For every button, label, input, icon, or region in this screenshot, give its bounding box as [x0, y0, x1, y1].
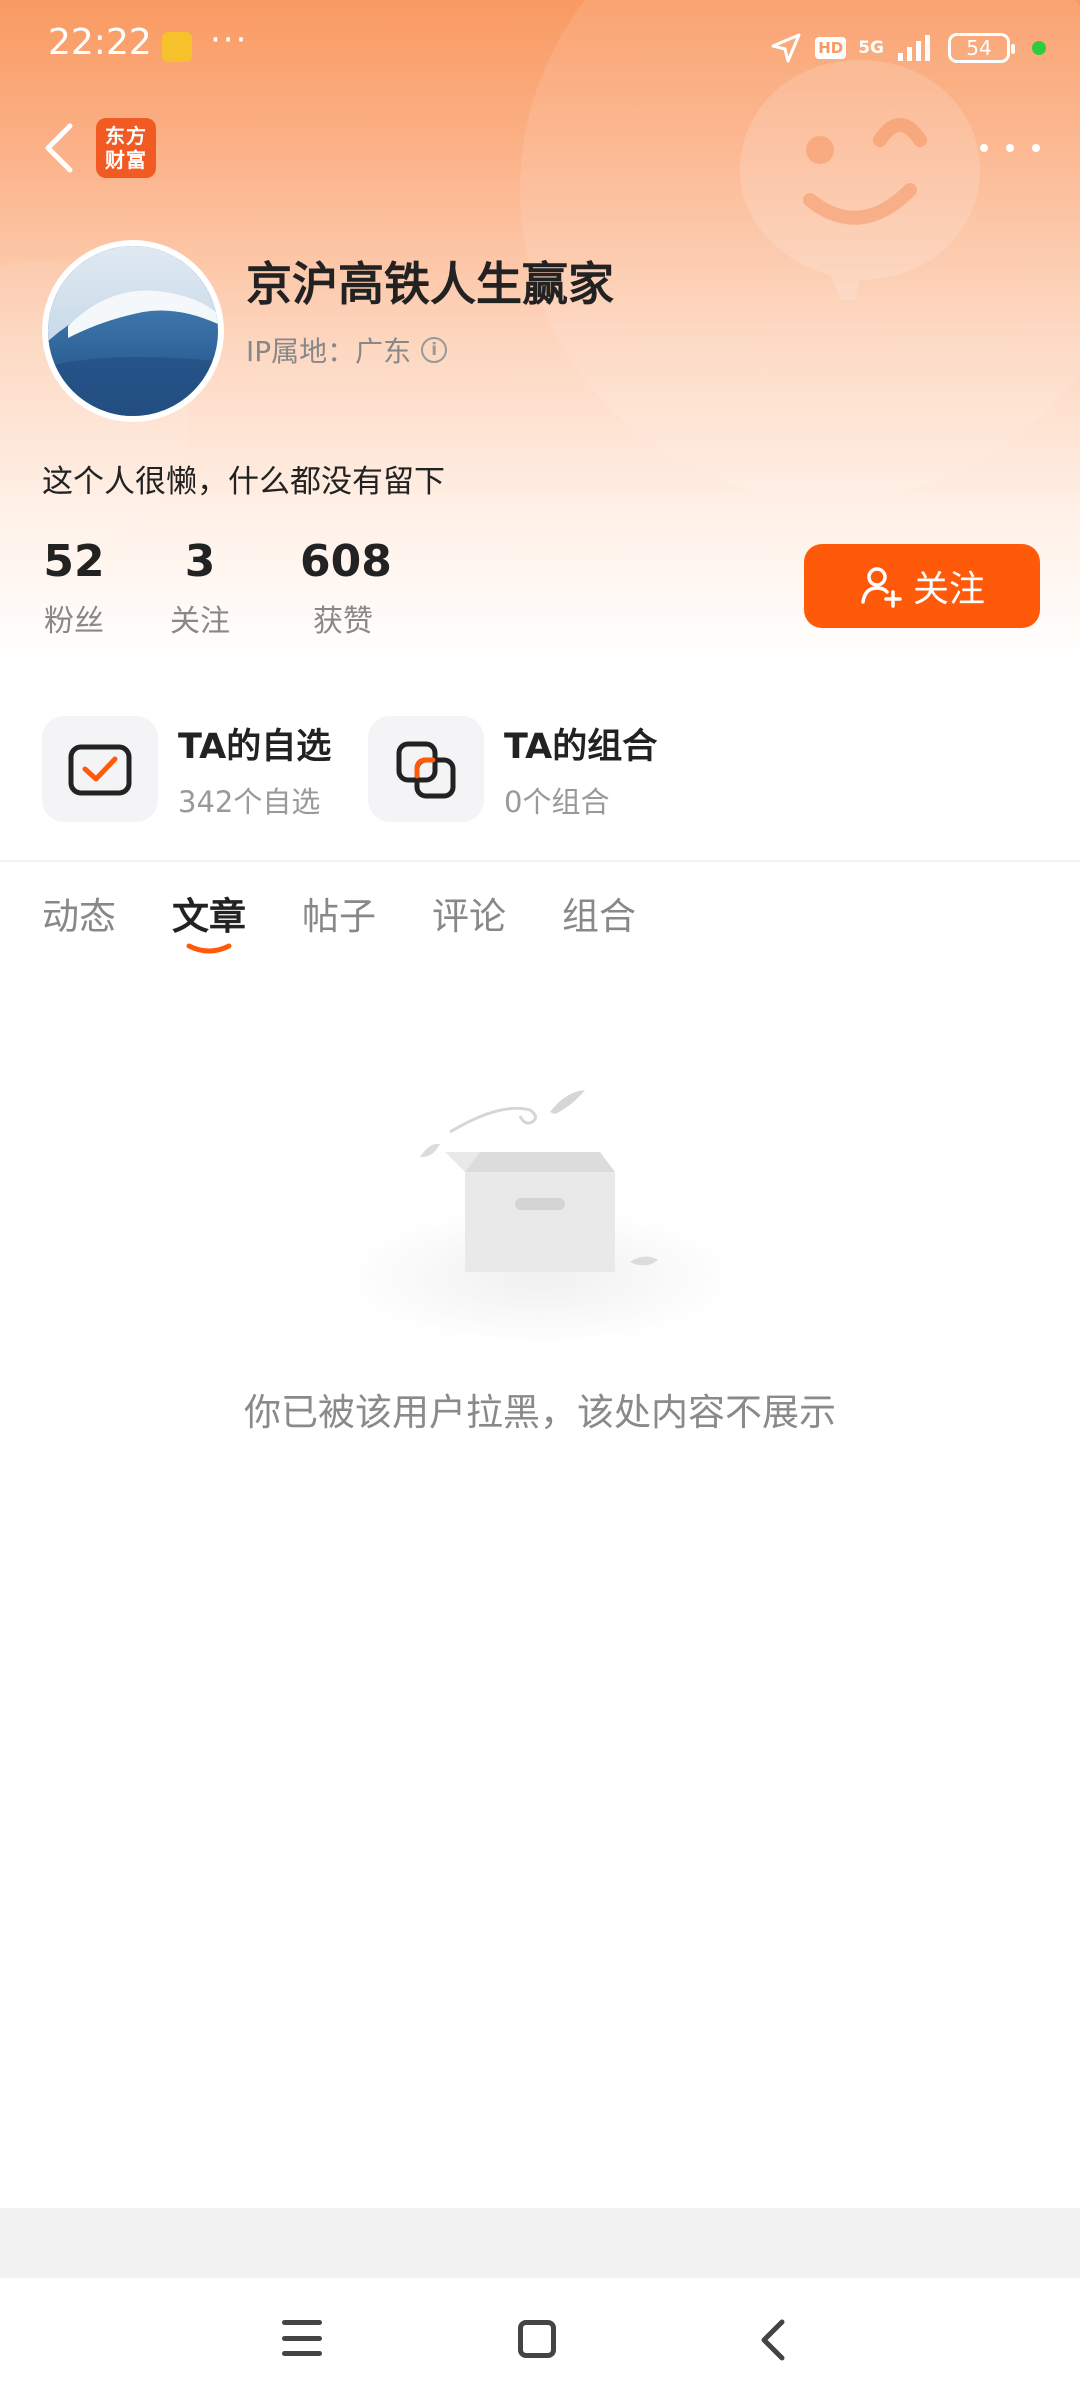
tab-bar: 动态 文章 帖子 评论 组合 [42, 886, 692, 966]
ip-location: IP属地：广东 [246, 335, 412, 368]
app-logo: 东方财富 [96, 118, 156, 178]
profile-stats: 52 粉丝 3 关注 608 获赞 [42, 534, 392, 640]
stat-fans[interactable]: 52 粉丝 [42, 534, 106, 640]
signal-icon [898, 35, 930, 61]
battery-level: 54 [966, 36, 992, 60]
status-bar: 22:22 ··· HD 5G 54 [0, 0, 1080, 92]
username: 京沪高铁人生赢家 [246, 257, 614, 311]
status-time: 22:22 [48, 22, 152, 63]
more-options-icon[interactable] [980, 128, 1040, 168]
hd-voice-icon: HD [815, 37, 847, 59]
watchlist-entry[interactable]: TA的自选 342个自选 [42, 716, 331, 822]
bio: 这个人很懒，什么都没有留下 [42, 464, 445, 500]
stat-likes[interactable]: 608 获赞 [300, 534, 392, 640]
bottom-spacer [0, 2208, 1080, 2278]
portfolio-entry[interactable]: TA的组合 0个组合 [368, 716, 657, 822]
follow-button[interactable]: 关注 [804, 544, 1040, 628]
stat-value: 3 [184, 536, 216, 587]
tab-label: 文章 [172, 895, 246, 938]
tab-portfolios[interactable]: 组合 [562, 886, 636, 966]
notification-app-icon [162, 32, 192, 62]
info-icon[interactable]: i [421, 337, 448, 363]
avatar[interactable] [42, 240, 224, 422]
tab-activity[interactable]: 动态 [42, 886, 116, 966]
portfolio-icon-box [368, 716, 484, 822]
follow-button-label: 关注 [912, 569, 985, 610]
portfolio-overlap-icon [396, 741, 456, 799]
privacy-indicator-dot [1032, 41, 1046, 55]
empty-state-message: 你已被该用户拉黑，该处内容不展示 [244, 1391, 836, 1434]
stat-label: 获赞 [313, 604, 373, 639]
watchlist-icon-box [42, 716, 158, 822]
location-icon [771, 33, 801, 63]
watchlist-count: 342个自选 [178, 784, 321, 819]
back-arrow-icon[interactable] [36, 118, 86, 178]
stat-value: 608 [300, 536, 392, 587]
stat-following[interactable]: 3 关注 [168, 534, 232, 640]
status-icons: HD 5G 54 [769, 28, 1046, 68]
battery-icon: 54 [948, 33, 1015, 63]
watchlist-title: TA的自选 [178, 726, 332, 767]
stat-value: 52 [43, 536, 105, 587]
home-icon[interactable] [518, 2320, 556, 2358]
ip-location-row: IP属地：广东 i [246, 330, 448, 370]
stat-label: 粉丝 [44, 604, 104, 639]
network-type: 5G [858, 38, 884, 58]
status-more-indicator: ··· [210, 20, 249, 60]
active-tab-indicator [186, 943, 232, 954]
watchlist-check-icon [68, 744, 132, 796]
add-user-icon [861, 567, 902, 608]
tab-articles[interactable]: 文章 [172, 886, 246, 966]
portfolio-count: 0个组合 [504, 784, 610, 819]
empty-box-illustration [340, 1090, 740, 1342]
system-navigation-bar [0, 2278, 1080, 2400]
recent-apps-icon[interactable] [282, 2320, 322, 2356]
stat-label: 关注 [170, 604, 230, 639]
system-back-icon[interactable] [758, 2318, 788, 2362]
tab-posts[interactable]: 帖子 [302, 886, 376, 966]
portfolio-title: TA的组合 [504, 726, 658, 767]
divider [0, 860, 1080, 862]
wave-avatar-image [48, 246, 218, 416]
content-card: TA的自选 342个自选 TA的组合 0个组合 动态 文章 帖子 评论 组合 你… [0, 672, 1080, 2208]
tab-comments[interactable]: 评论 [432, 886, 506, 966]
